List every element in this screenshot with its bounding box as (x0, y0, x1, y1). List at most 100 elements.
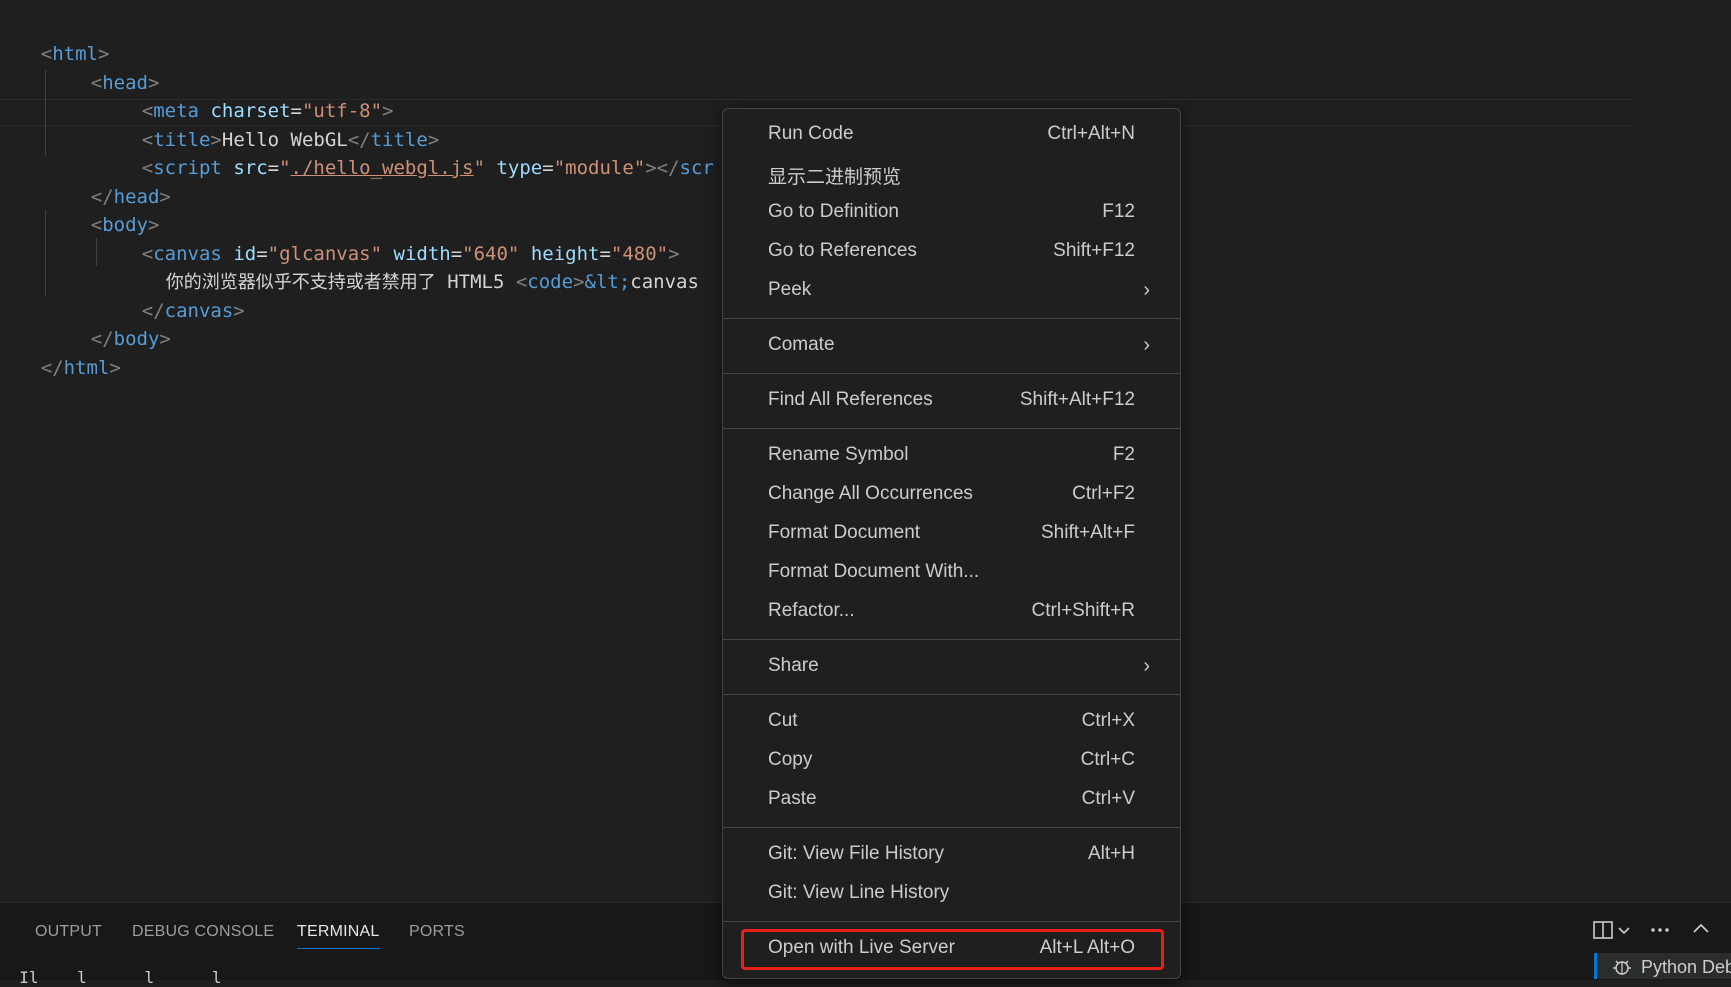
code-line[interactable]: </html> (0, 326, 121, 379)
code-token: > (233, 300, 245, 322)
menu-item-label: Peek (768, 279, 812, 300)
menu-item-run-code[interactable]: Run Code Ctrl+Alt+N (723, 117, 1180, 153)
code-token: type (496, 157, 543, 179)
terminal-output: Il l l l (0, 968, 222, 987)
code-token: > (109, 357, 121, 379)
menu-item-shortcut: Ctrl+C (1080, 749, 1135, 770)
script-src-link[interactable]: ./hello_webgl.js (291, 157, 474, 179)
code-token: > (159, 328, 171, 350)
menu-item-binary-preview[interactable]: 显示二进制预览 (723, 156, 1180, 192)
menu-item-label: Run Code (768, 123, 854, 144)
menu-separator (723, 694, 1180, 695)
menu-item-shortcut: Ctrl+X (1081, 710, 1135, 731)
menu-item-share[interactable]: Share › (723, 649, 1180, 685)
chevron-right-icon: › (1143, 655, 1150, 677)
code-token: scr (679, 157, 714, 179)
tab-output[interactable]: OUTPUT (35, 923, 102, 941)
code-token: </ (40, 357, 64, 379)
code-token: ></ (645, 157, 680, 179)
menu-item-git-view-file-history[interactable]: Git: View File History Alt+H (723, 837, 1180, 873)
code-token: code (527, 271, 574, 293)
code-line[interactable]: <head> (45, 41, 160, 94)
chevron-down-icon[interactable] (1617, 921, 1631, 945)
menu-separator (723, 373, 1180, 374)
code-line[interactable]: <canvas id="glcanvas" width="640" height… (96, 212, 680, 265)
menu-item-shortcut: F12 (1102, 201, 1135, 222)
split-terminal-icon[interactable] (1592, 919, 1614, 947)
menu-item-label: Copy (768, 749, 813, 770)
code-line[interactable]: <script src="./hello_webgl.js" type="mod… (96, 126, 714, 179)
menu-item-peek[interactable]: Peek › (723, 273, 1180, 309)
menu-item-label: Format Document (768, 522, 921, 543)
menu-item-paste[interactable]: Paste Ctrl+V (723, 782, 1180, 818)
code-token: = (267, 157, 280, 179)
menu-item-rename-symbol[interactable]: Rename Symbol F2 (723, 438, 1180, 474)
menu-item-format-document-with[interactable]: Format Document With... (723, 555, 1180, 591)
code-token: &lt; (584, 271, 631, 293)
menu-item-go-to-definition[interactable]: Go to Definition F12 (723, 195, 1180, 231)
menu-item-label: Find All References (768, 389, 933, 410)
menu-item-shortcut: Shift+Alt+F (1041, 522, 1135, 543)
menu-item-go-to-references[interactable]: Go to References Shift+F12 (723, 234, 1180, 270)
code-token: html (63, 357, 110, 379)
tab-ports[interactable]: PORTS (409, 923, 465, 941)
menu-item-find-all-references[interactable]: Find All References Shift+Alt+F12 (723, 383, 1180, 419)
code-line[interactable]: </head> (45, 155, 171, 208)
menu-item-git-view-line-history[interactable]: Git: View Line History (723, 876, 1180, 912)
menu-item-shortcut: Ctrl+Alt+N (1047, 123, 1135, 144)
menu-item-label: Git: View Line History (768, 882, 950, 903)
python-debug-terminal[interactable]: Python Deb (1594, 953, 1731, 979)
code-token: > (159, 186, 171, 208)
menu-item-change-all-occurrences[interactable]: Change All Occurrences Ctrl+F2 (723, 477, 1180, 513)
menu-item-label: Cut (768, 710, 798, 731)
menu-item-label: Share (768, 655, 819, 676)
code-line[interactable]: </canvas> (96, 269, 245, 322)
debug-terminal-label: Python Deb (1641, 957, 1731, 977)
menu-item-shortcut: Shift+F12 (1053, 240, 1135, 261)
tab-terminal[interactable]: TERMINAL (297, 923, 380, 949)
menu-item-label: Rename Symbol (768, 444, 909, 465)
code-token: " (279, 157, 291, 179)
more-actions-icon[interactable] (1649, 919, 1671, 947)
menu-item-label: 显示二进制预览 (768, 167, 902, 188)
menu-separator (723, 921, 1180, 922)
menu-item-comate[interactable]: Comate › (723, 328, 1180, 364)
menu-item-label: Format Document With... (768, 561, 980, 582)
code-line[interactable]: <title>Hello WebGL</title> (96, 98, 440, 151)
code-line[interactable]: <body> (45, 183, 160, 236)
code-token: < (515, 271, 528, 293)
code-line[interactable]: <html> (0, 12, 110, 65)
code-line[interactable]: </body> (45, 297, 171, 350)
menu-item-label: Comate (768, 334, 835, 355)
menu-item-refactor[interactable]: Refactor... Ctrl+Shift+R (723, 594, 1180, 630)
tab-debug-console[interactable]: DEBUG CONSOLE (132, 923, 274, 941)
chevron-right-icon: › (1143, 279, 1150, 301)
menu-item-format-document[interactable]: Format Document Shift+Alt+F (723, 516, 1180, 552)
menu-item-shortcut: Shift+Alt+F12 (1019, 389, 1135, 410)
menu-item-shortcut: Alt+H (1088, 843, 1135, 864)
code-token: = (542, 157, 554, 179)
menu-item-shortcut: F2 (1112, 444, 1135, 465)
menu-item-label: Refactor... (768, 600, 855, 621)
code-token: canvas (630, 271, 699, 293)
menu-separator (723, 428, 1180, 429)
menu-item-shortcut: Ctrl+Shift+R (1031, 600, 1135, 621)
annotation-highlight-box (741, 929, 1164, 970)
menu-separator (723, 639, 1180, 640)
menu-separator (723, 318, 1180, 319)
code-token: " (473, 157, 486, 179)
code-line[interactable]: <meta charset="utf-8"> (96, 69, 394, 122)
context-menu: Run Code Ctrl+Alt+N 显示二进制预览 Go to Defini… (722, 108, 1181, 979)
menu-item-copy[interactable]: Copy Ctrl+C (723, 743, 1180, 779)
menu-item-shortcut: Ctrl+V (1081, 788, 1135, 809)
code-line[interactable]: 你的浏览器似乎不支持或者禁用了 HTML5 <code>&lt;canvas (120, 240, 699, 293)
menu-item-label: Change All Occurrences (768, 483, 973, 504)
menu-separator (723, 827, 1180, 828)
code-token: src (233, 157, 268, 179)
menu-item-cut[interactable]: Cut Ctrl+X (723, 704, 1180, 740)
menu-item-label: Paste (768, 788, 817, 809)
code-token: canvas (164, 300, 234, 322)
code-token: "module" (553, 157, 646, 179)
menu-item-label: Git: View File History (768, 843, 944, 864)
chevron-up-icon[interactable] (1691, 919, 1711, 945)
